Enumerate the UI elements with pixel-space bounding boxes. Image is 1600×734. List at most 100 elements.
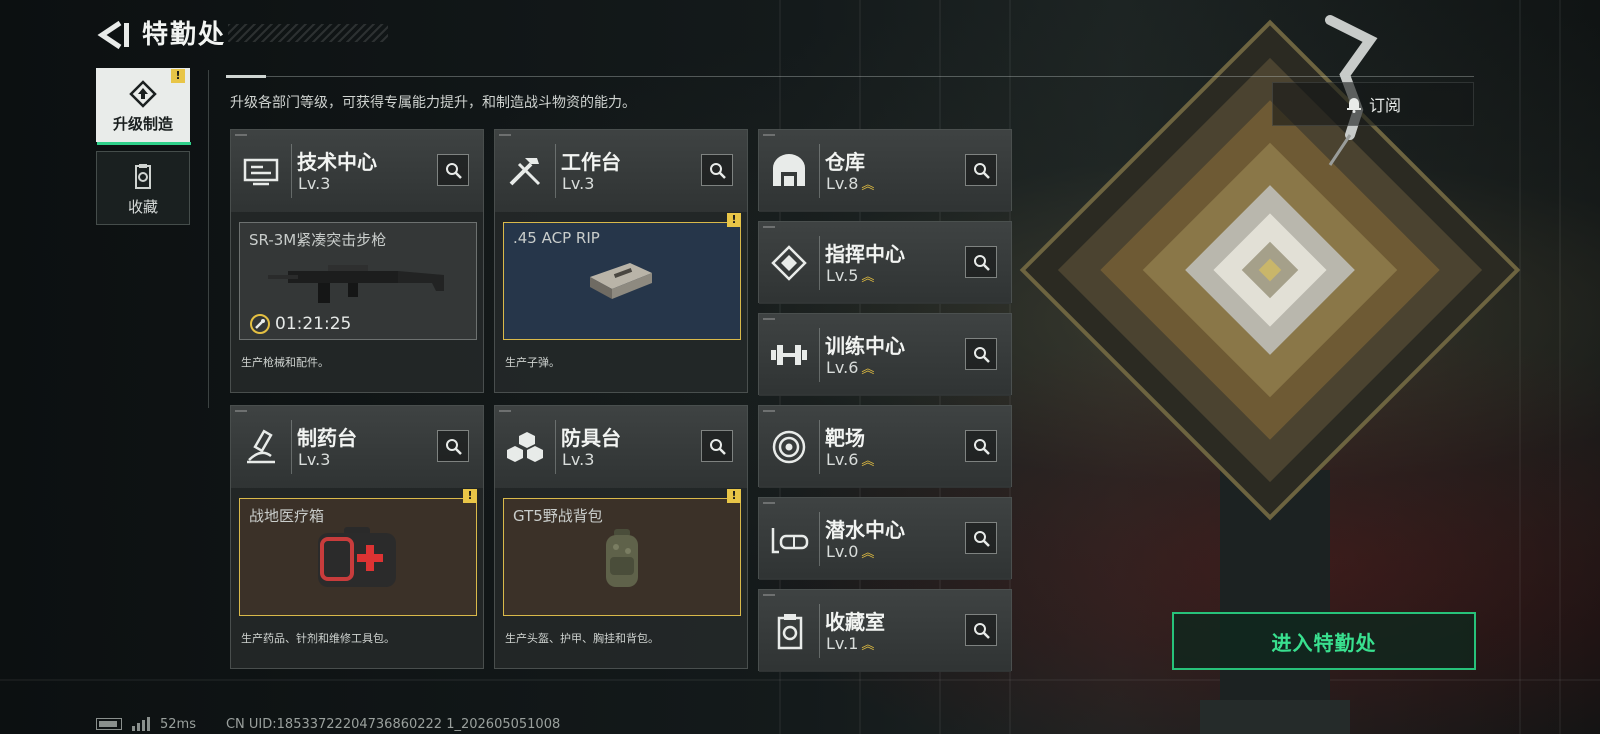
inspect-button[interactable] bbox=[965, 522, 997, 554]
workshop-level: Lv.3 bbox=[298, 450, 331, 469]
workshop-body: GT5野战背包 ! 生产头盔、护甲、胸挂和背包。 bbox=[495, 488, 747, 668]
header-divider bbox=[555, 144, 556, 198]
search-icon bbox=[974, 531, 990, 547]
inspect-button[interactable] bbox=[701, 430, 733, 462]
department-header[interactable]: 训练中心 Lv.6 ︽ bbox=[759, 314, 1011, 396]
department-card-shooting-range[interactable]: 靶场 Lv.6 ︽ bbox=[758, 405, 1012, 488]
department-level: Lv.0 ︽ bbox=[826, 542, 874, 561]
ping-text: 52ms bbox=[160, 716, 196, 732]
tab-collection[interactable]: 收藏 bbox=[96, 151, 190, 225]
department-level: Lv.6 ︽ bbox=[826, 358, 874, 377]
subscribe-button[interactable]: 订阅 bbox=[1272, 82, 1474, 126]
timer-text: 01:21:25 bbox=[275, 314, 352, 334]
workbench-icon bbox=[509, 158, 541, 186]
signal-icon bbox=[132, 717, 150, 731]
production-slot[interactable]: 战地医疗箱 ! bbox=[239, 489, 477, 616]
tech-center-icon bbox=[243, 158, 279, 186]
department-card-warehouse[interactable]: 仓库 Lv.8 ︽ bbox=[758, 129, 1012, 212]
department-header[interactable]: 收藏室 Lv.1 ︽ bbox=[759, 590, 1011, 672]
upgrade-chevron-icon: ︽ bbox=[861, 546, 874, 561]
corner-mark bbox=[235, 410, 247, 412]
department-card-diving-center[interactable]: 潜水中心 Lv.0 ︽ bbox=[758, 497, 1012, 580]
inspect-button[interactable] bbox=[965, 246, 997, 278]
workshop-header[interactable]: 技术中心 Lv.3 bbox=[231, 130, 483, 212]
department-level: Lv.8 ︽ bbox=[826, 174, 874, 193]
department-header[interactable]: 仓库 Lv.8 ︽ bbox=[759, 130, 1011, 212]
rifle-image bbox=[268, 265, 444, 303]
production-slot[interactable]: SR-3M紧凑突击步枪 01:21:25 bbox=[239, 222, 477, 340]
workshop-name: 制药台 bbox=[297, 426, 357, 450]
alert-badge: ! bbox=[727, 489, 741, 503]
workshop-name: 技术中心 bbox=[297, 150, 377, 174]
header-divider bbox=[291, 144, 292, 198]
header-divider bbox=[819, 512, 820, 566]
warehouse-icon bbox=[773, 154, 805, 186]
upgrade-chevron-icon: ︽ bbox=[861, 638, 874, 653]
corner-mark bbox=[499, 134, 511, 136]
department-header[interactable]: 潜水中心 Lv.0 ︽ bbox=[759, 498, 1011, 580]
corner-mark bbox=[499, 410, 511, 412]
header-divider bbox=[555, 420, 556, 474]
workshop-card-pharmacy: 制药台 Lv.3 战地医疗箱 ! 生产药品、针剂和维修工具包。 bbox=[230, 405, 484, 669]
corner-mark bbox=[763, 226, 775, 228]
command-center-icon bbox=[771, 245, 807, 281]
upgrade-chevron-icon: ︽ bbox=[861, 178, 874, 193]
inspect-button[interactable] bbox=[965, 430, 997, 462]
department-header[interactable]: 靶场 Lv.6 ︽ bbox=[759, 406, 1011, 488]
special-ops-screen: 特勤处 升级各部门等级，可获得专属能力提升，和制造战斗物资的能力。 升级制造 !… bbox=[0, 0, 1600, 734]
item-name: 战地医疗箱 bbox=[249, 507, 325, 525]
page-subtitle: 升级各部门等级，可获得专属能力提升，和制造战斗物资的能力。 bbox=[230, 95, 636, 111]
corner-mark bbox=[763, 594, 775, 596]
training-center-icon bbox=[771, 345, 807, 365]
upgrade-chevron-icon: ︽ bbox=[861, 362, 874, 377]
level-text: Lv.6 bbox=[826, 358, 859, 377]
corner-mark bbox=[763, 134, 775, 136]
department-level: Lv.5 ︽ bbox=[826, 266, 874, 285]
enter-special-ops-button[interactable]: 进入特勤处 bbox=[1172, 612, 1476, 670]
backpack-image bbox=[606, 529, 638, 587]
inspect-button[interactable] bbox=[965, 614, 997, 646]
battery-icon bbox=[96, 718, 122, 730]
workshop-header[interactable]: 工作台 Lv.3 bbox=[495, 130, 747, 212]
item-name: SR-3M紧凑突击步枪 bbox=[249, 231, 387, 249]
status-footer: 52ms CN UID:18533722204736860222 1_20260… bbox=[96, 714, 560, 734]
corner-mark bbox=[763, 318, 775, 320]
inspect-button[interactable] bbox=[701, 154, 733, 186]
item-name: GT5野战背包 bbox=[513, 507, 603, 525]
workshop-header[interactable]: 制药台 Lv.3 bbox=[231, 406, 483, 488]
header-divider bbox=[819, 144, 820, 198]
department-card-training-center[interactable]: 训练中心 Lv.6 ︽ bbox=[758, 313, 1012, 396]
inspect-button[interactable] bbox=[437, 154, 469, 186]
level-text: Lv.6 bbox=[826, 450, 859, 469]
page-title: 特勤处 bbox=[142, 20, 227, 50]
search-icon bbox=[974, 623, 990, 639]
inspect-button[interactable] bbox=[965, 338, 997, 370]
department-name: 指挥中心 bbox=[825, 242, 905, 266]
search-icon bbox=[446, 439, 462, 455]
ammo-box-image bbox=[590, 263, 652, 299]
tab-label: 升级制造 bbox=[112, 115, 173, 133]
department-card-collection-room[interactable]: 收藏室 Lv.1 ︽ bbox=[758, 589, 1012, 672]
production-slot[interactable]: .45 ACP RIP ! bbox=[503, 213, 741, 340]
header-divider bbox=[226, 75, 1474, 78]
bell-icon bbox=[1346, 98, 1361, 113]
department-card-command-center[interactable]: 指挥中心 Lv.5 ︽ bbox=[758, 221, 1012, 304]
collection-icon bbox=[135, 164, 151, 189]
diving-mask-icon bbox=[771, 528, 809, 554]
corner-mark bbox=[763, 410, 775, 412]
workshop-level: Lv.3 bbox=[298, 174, 331, 193]
department-header[interactable]: 指挥中心 Lv.5 ︽ bbox=[759, 222, 1011, 304]
workshop-header[interactable]: 防具台 Lv.3 bbox=[495, 406, 747, 488]
header-divider bbox=[291, 420, 292, 474]
back-button[interactable] bbox=[96, 20, 130, 50]
workshop-body: 战地医疗箱 ! 生产药品、针剂和维修工具包。 bbox=[231, 488, 483, 668]
workshop-body: SR-3M紧凑突击步枪 01:21:25 生产枪械和配件。 bbox=[231, 212, 483, 392]
production-slot[interactable]: GT5野战背包 ! bbox=[503, 489, 741, 616]
header-divider bbox=[819, 236, 820, 290]
department-name: 收藏室 bbox=[825, 610, 885, 634]
tab-upgrade-manufacture[interactable]: 升级制造 ! bbox=[96, 68, 191, 145]
inspect-button[interactable] bbox=[437, 430, 469, 462]
search-icon bbox=[974, 255, 990, 271]
level-text: Lv.5 bbox=[826, 266, 859, 285]
inspect-button[interactable] bbox=[965, 154, 997, 186]
